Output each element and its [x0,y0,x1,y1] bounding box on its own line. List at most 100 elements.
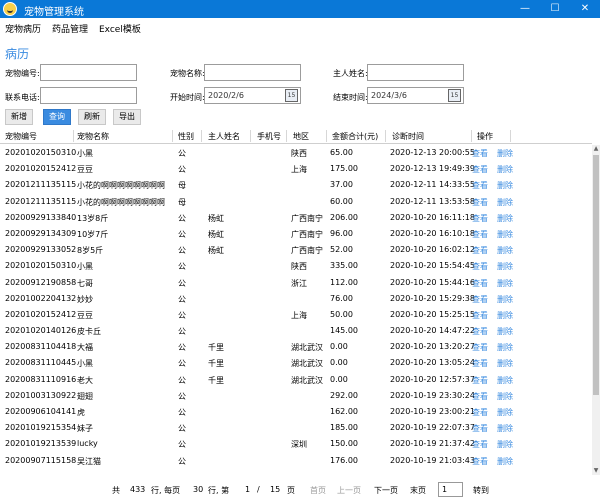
goto-page-input[interactable]: 1 [438,482,463,497]
table-row[interactable]: 20201020150310 小黑 公 陕西 65.00 2020-12-13 20:00… [0,145,592,161]
delete-link[interactable]: 删除 [497,213,513,224]
table-row[interactable]: 20200929134309 10岁7斤 公 杨虹 广西南宁 96.00 2020-10-2… [0,226,592,242]
delete-link[interactable]: 删除 [497,391,513,402]
delete-link[interactable]: 删除 [497,294,513,305]
view-link[interactable]: 查看 [472,294,488,305]
table-row[interactable]: 20200912190858 七哥 公 浙江 112.00 2020-10-20 15:4… [0,275,592,291]
pagination: 共 433 行, 每页 30 行, 第 1 / 15 页 首页 上一页 下一页 … [0,482,600,500]
table-row[interactable]: 20200831110916 老大 公 千里 湖北武汉 0.00 2020-10-20 12… [0,372,592,388]
menu-item-excel-template[interactable]: Excel模板 [99,22,141,35]
start-time-picker[interactable]: 2020/2/6 15 [204,87,301,104]
cell-pet-name: 小黑 [77,149,93,158]
column-header-diagnosis-time[interactable]: 诊断时间 [392,131,424,142]
view-link[interactable]: 查看 [472,342,488,353]
view-link[interactable]: 查看 [472,456,488,467]
view-link[interactable]: 查看 [472,180,488,191]
cell-diagnosis-time: 2020-10-19 23:30:24 [390,390,475,400]
delete-link[interactable]: 删除 [497,180,513,191]
table-row[interactable]: 20201020152412 豆豆 公 上海 175.00 2020-12-13 19:4… [0,161,592,177]
calendar-icon[interactable]: 15 [448,89,461,102]
view-link[interactable]: 查看 [472,375,488,386]
scroll-up-icon[interactable]: ▲ [592,145,600,153]
table-row[interactable]: 20200907115158 吴江猫 公 176.00 2020-10-19 21:03… [0,453,592,469]
table-row[interactable]: 20201019213539 lucky 公 深圳 150.00 2020-10-19 2… [0,436,592,452]
view-link[interactable]: 查看 [472,278,488,289]
next-page-link[interactable]: 下一页 [374,485,398,496]
delete-link[interactable]: 删除 [497,407,513,418]
goto-button[interactable]: 转到 [473,485,489,496]
view-link[interactable]: 查看 [472,423,488,434]
delete-link[interactable]: 删除 [497,342,513,353]
menu-item-drug-management[interactable]: 药品管理 [52,22,88,35]
scrollbar-thumb[interactable] [593,155,599,395]
first-page-link[interactable]: 首页 [310,485,326,496]
view-link[interactable]: 查看 [472,407,488,418]
table-row[interactable]: 20200831104418 大福 公 千里 湖北武汉 0.00 2020-10-20 13… [0,339,592,355]
table-row[interactable]: 20201002204132 妙妙 公 76.00 2020-10-20 15:29:3… [0,291,592,307]
delete-link[interactable]: 删除 [497,245,513,256]
delete-link[interactable]: 删除 [497,375,513,386]
table-row[interactable]: 20201211135115 小花的啊啊啊啊啊啊啊啊 母 37.00 2020-12-1… [0,177,592,193]
view-link[interactable]: 查看 [472,326,488,337]
view-link[interactable]: 查看 [472,148,488,159]
phone-input[interactable] [40,87,137,104]
scroll-down-icon[interactable]: ▼ [592,467,600,475]
view-link[interactable]: 查看 [472,197,488,208]
delete-link[interactable]: 删除 [497,261,513,272]
table-body: 20201020150310 小黑公陕西 65.00 2020-12-13 20:00… [0,145,592,469]
table-row[interactable]: 20201020152412 豆豆 公 上海 50.00 2020-10-20 15:25… [0,307,592,323]
owner-name-input[interactable] [367,64,464,81]
minimize-button[interactable]: — [510,0,540,18]
view-link[interactable]: 查看 [472,358,488,369]
column-header-pet-id[interactable]: 宠物编号 [5,131,37,142]
view-link[interactable]: 查看 [472,261,488,272]
refresh-button[interactable]: 刷新 [78,109,106,125]
view-link[interactable]: 查看 [472,310,488,321]
delete-link[interactable]: 删除 [497,456,513,467]
view-link[interactable]: 查看 [472,245,488,256]
menu-item-pet-records[interactable]: 宠物病历 [5,22,41,35]
column-header-amount[interactable]: 金额合计(元) [332,131,378,142]
prev-page-link[interactable]: 上一页 [337,485,361,496]
table-row[interactable]: 20201211135115 小花的啊啊啊啊啊啊啊啊 母 60.00 2020-12-1… [0,194,592,210]
close-button[interactable]: ✕ [570,0,600,18]
query-button[interactable]: 查询 [43,109,71,125]
delete-link[interactable]: 删除 [497,326,513,337]
end-time-picker[interactable]: 2024/3/6 15 [367,87,464,104]
export-button[interactable]: 导出 [113,109,141,125]
pet-id-input[interactable] [40,64,137,81]
column-header-phone[interactable]: 手机号 [257,131,281,142]
vertical-scrollbar[interactable]: ▲ ▼ [592,145,600,475]
delete-link[interactable]: 删除 [497,358,513,369]
table-row[interactable]: 20201019215354 妹子 公 185.00 2020-10-19 22:07:… [0,420,592,436]
view-link[interactable]: 查看 [472,164,488,175]
delete-link[interactable]: 删除 [497,229,513,240]
view-link[interactable]: 查看 [472,391,488,402]
column-header-region[interactable]: 地区 [293,131,309,142]
view-link[interactable]: 查看 [472,439,488,450]
delete-link[interactable]: 删除 [497,423,513,434]
table-row[interactable]: 20201003130922 翅翅 公 292.00 2020-10-19 23:30:… [0,388,592,404]
table-row[interactable]: 20201020140126 皮卡丘 公 145.00 2020-10-20 14:47… [0,323,592,339]
calendar-icon[interactable]: 15 [285,89,298,102]
delete-link[interactable]: 删除 [497,164,513,175]
column-header-owner-name[interactable]: 主人姓名 [208,131,240,142]
add-button[interactable]: 新增 [5,109,33,125]
delete-link[interactable]: 删除 [497,197,513,208]
delete-link[interactable]: 删除 [497,148,513,159]
table-row[interactable]: 20200929133840 13岁8斤 公 杨虹 广西南宁 206.00 2020-10-… [0,210,592,226]
table-row[interactable]: 20200929133052 8岁5斤 公 杨虹 广西南宁 52.00 2020-10-20… [0,242,592,258]
delete-link[interactable]: 删除 [497,278,513,289]
view-link[interactable]: 查看 [472,213,488,224]
last-page-link[interactable]: 末页 [410,485,426,496]
delete-link[interactable]: 删除 [497,310,513,321]
delete-link[interactable]: 删除 [497,439,513,450]
view-link[interactable]: 查看 [472,229,488,240]
table-row[interactable]: 20200831110445 小黑 公 千里 湖北武汉 0.00 2020-10-20 13… [0,355,592,371]
table-row[interactable]: 20201020150310 小黑 公 陕西 335.00 2020-10-20 15:5… [0,258,592,274]
maximize-button[interactable]: ☐ [540,0,570,18]
column-header-pet-name[interactable]: 宠物名称 [77,131,109,142]
table-row[interactable]: 20200906104141 虎 公 162.00 2020-10-19 23:00:2… [0,404,592,420]
column-header-sex[interactable]: 性别 [178,131,194,142]
pet-name-input[interactable] [204,64,301,81]
